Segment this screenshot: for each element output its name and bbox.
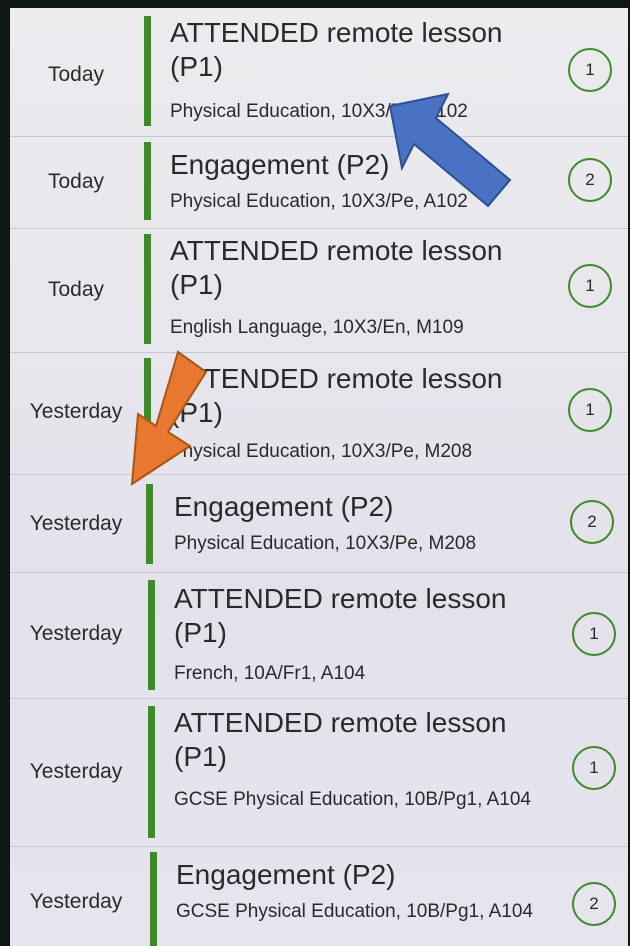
lesson-detail: GCSE Physical Education, 10B/Pg1, A104 <box>176 901 533 922</box>
list-item[interactable]: Yesterday ATTENDED remote lesson (P1) GC… <box>10 698 628 847</box>
points-badge: 2 <box>572 882 616 926</box>
period-bar <box>144 142 151 220</box>
lesson-detail: GCSE Physical Education, 10B/Pg1, A104 <box>174 789 531 810</box>
lesson-title: ATTENDED remote lesson (P1) <box>170 363 503 428</box>
list-item[interactable]: Yesterday Engagement (P2) Physical Educa… <box>10 474 628 573</box>
lesson-detail: Physical Education, 10X3/Pe, M208 <box>170 441 473 462</box>
lesson-detail: French, 10A/Fr1, A104 <box>174 663 366 684</box>
lesson-title: ATTENDED remote lesson (P1) <box>170 235 503 300</box>
lesson-title: ATTENDED remote lesson (P1) <box>174 583 507 648</box>
period-bar <box>144 16 151 126</box>
day-label: Yesterday <box>29 512 123 535</box>
lesson-title: ATTENDED remote lesson (P1) <box>170 17 503 82</box>
day-label: Yesterday <box>29 760 123 783</box>
list-item[interactable]: Yesterday Engagement (P2) GCSE Physical … <box>10 846 628 946</box>
lesson-title: Engagement (P2) <box>174 491 394 522</box>
day-label: Today <box>47 170 105 193</box>
lesson-detail: English Language, 10X3/En, M109 <box>170 317 464 338</box>
lesson-title: ATTENDED remote lesson (P1) <box>174 707 507 772</box>
day-label: Yesterday <box>29 890 123 913</box>
points-badge: 2 <box>568 158 612 202</box>
blue-arrow-icon <box>388 92 512 208</box>
period-bar <box>150 852 157 946</box>
period-bar <box>148 580 155 690</box>
points-badge: 1 <box>568 388 612 432</box>
list-item[interactable]: Today ATTENDED remote lesson (P1) Physic… <box>10 8 628 137</box>
day-label: Today <box>47 63 105 86</box>
day-label: Yesterday <box>29 622 123 645</box>
points-badge: 1 <box>572 612 616 656</box>
list-item[interactable]: Yesterday ATTENDED remote lesson (P1) Fr… <box>10 572 628 699</box>
period-bar <box>144 234 151 344</box>
orange-arrow-icon <box>130 350 208 486</box>
points-badge: 1 <box>568 264 612 308</box>
points-badge: 1 <box>568 48 612 92</box>
list-item[interactable]: Today ATTENDED remote lesson (P1) Englis… <box>10 228 628 353</box>
points-badge: 1 <box>572 746 616 790</box>
lesson-detail: Physical Education, 10X3/Pe, M208 <box>174 533 477 554</box>
period-bar <box>148 706 155 838</box>
list-item[interactable]: Yesterday ATTENDED remote lesson (P1) Ph… <box>10 352 628 475</box>
period-bar <box>146 484 153 564</box>
list-item[interactable]: Today Engagement (P2) Physical Education… <box>10 136 628 229</box>
day-label: Today <box>47 278 105 301</box>
lesson-title: Engagement (P2) <box>176 859 396 890</box>
points-badge: 2 <box>570 500 614 544</box>
phone-screen: Today ATTENDED remote lesson (P1) Physic… <box>10 8 628 946</box>
